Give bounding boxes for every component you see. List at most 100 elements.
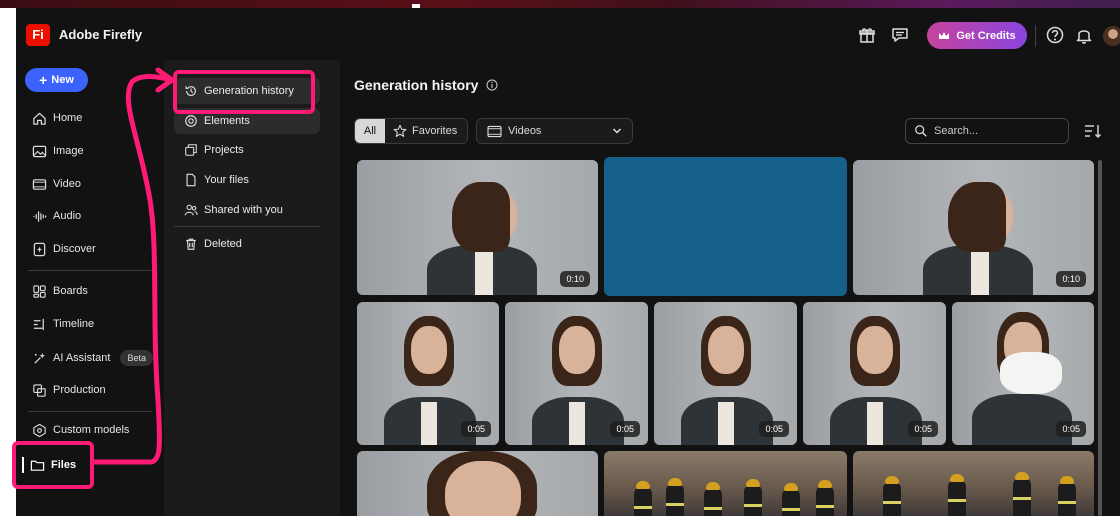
audio-icon <box>33 210 47 222</box>
sidebar-item-home[interactable]: Home <box>32 108 82 128</box>
help-icon[interactable] <box>1045 25 1065 45</box>
user-avatar[interactable] <box>1103 26 1120 46</box>
video-thumbnail[interactable]: 0:10 <box>853 160 1094 295</box>
get-credits-button[interactable]: Get Credits <box>927 22 1027 49</box>
filter-segmented-control: All Favorites <box>354 118 469 144</box>
timeline-icon <box>33 318 44 330</box>
sidebar-item-audio[interactable]: Audio <box>32 206 81 226</box>
main-content: Generation history All Favorites Videos … <box>340 60 1120 516</box>
video-icon <box>487 125 502 137</box>
sidebar-item-label: Production <box>53 384 106 396</box>
duration-badge: 0:05 <box>461 421 491 437</box>
sidebar-item-timeline[interactable]: Timeline <box>32 314 94 334</box>
video-thumbnail[interactable]: 0:05 <box>505 302 648 445</box>
filter-favorites-button[interactable]: Favorites <box>385 119 468 143</box>
sidebar-item-label: Video <box>53 178 81 190</box>
sidebar-item-label: AI Assistant <box>53 352 111 364</box>
app-title[interactable]: Adobe Firefly <box>59 27 142 42</box>
app-header: Fi Adobe Firefly Get Credits <box>16 8 1120 60</box>
sidebar-item-custom-models[interactable]: Custom models <box>32 420 129 440</box>
files-item-label: Elements <box>204 115 250 127</box>
files-item-shared-with-you[interactable]: Shared with you <box>174 197 320 223</box>
video-icon <box>32 178 47 190</box>
files-item-label: Shared with you <box>204 204 283 216</box>
annotation-highlight-files <box>12 441 94 489</box>
feedback-icon[interactable] <box>890 25 910 45</box>
projects-icon <box>185 144 197 156</box>
files-item-label: Deleted <box>204 238 242 250</box>
bell-icon[interactable] <box>1074 25 1094 45</box>
video-thumbnail[interactable]: 0:05 <box>654 302 797 445</box>
discover-icon <box>33 242 46 256</box>
files-panel: Generation history Elements Projects You… <box>164 60 340 516</box>
media-type-value: Videos <box>508 125 542 137</box>
ai-assistant-icon <box>34 352 46 364</box>
sidebar-item-image[interactable]: Image <box>32 141 84 161</box>
duration-badge: 0:10 <box>560 271 590 287</box>
video-thumbnail[interactable]: 0:05 <box>952 302 1094 445</box>
files-item-deleted[interactable]: Deleted <box>174 231 320 257</box>
video-thumbnail[interactable] <box>853 451 1094 516</box>
sidebar-item-boards[interactable]: Boards <box>32 281 88 301</box>
annotation-highlight-generation-history <box>173 70 315 114</box>
gallery-scrollbar[interactable] <box>1098 160 1102 516</box>
header-divider <box>1035 25 1036 47</box>
firefly-logo[interactable]: Fi <box>26 24 50 46</box>
page-title: Generation history <box>354 77 498 93</box>
shared-icon <box>184 204 198 216</box>
files-panel-divider <box>174 226 320 227</box>
video-thumbnail-loading[interactable] <box>604 157 847 296</box>
beta-badge: Beta <box>120 350 153 366</box>
filter-favorites-label: Favorites <box>412 125 458 137</box>
files-item-projects[interactable]: Projects <box>174 137 320 163</box>
gift-icon[interactable] <box>857 25 877 45</box>
sidebar-item-ai-assistant[interactable]: AI Assistant Beta <box>32 348 153 368</box>
chevron-down-icon <box>612 128 622 134</box>
image-icon <box>32 145 47 157</box>
files-item-label: Your files <box>204 174 249 186</box>
sidebar-item-label: Home <box>53 112 83 124</box>
duration-badge: 0:05 <box>908 421 938 437</box>
sidebar-item-discover[interactable]: Discover <box>32 239 96 259</box>
sidebar-divider <box>28 270 152 271</box>
sidebar-divider <box>28 411 152 412</box>
search-field[interactable]: Search... <box>905 118 1069 144</box>
sidebar-item-video[interactable]: Video <box>32 174 81 194</box>
video-thumbnail[interactable] <box>357 451 598 516</box>
duration-badge: 0:05 <box>610 421 640 437</box>
search-placeholder: Search... <box>934 125 979 137</box>
sidebar-item-label: Custom models <box>53 424 130 436</box>
duration-badge: 0:10 <box>1056 271 1086 287</box>
page-title-text: Generation history <box>354 77 479 93</box>
custom-models-icon <box>33 423 46 437</box>
new-button-label: New <box>51 74 74 86</box>
filter-all-button[interactable]: All <box>355 119 385 143</box>
file-icon <box>186 173 196 187</box>
star-icon <box>393 124 407 137</box>
elements-icon <box>185 115 197 127</box>
boards-icon <box>33 284 46 298</box>
sidebar-item-label: Boards <box>53 285 88 297</box>
duration-badge: 0:05 <box>1056 421 1086 437</box>
production-icon <box>33 383 46 397</box>
video-thumbnail[interactable]: 0:05 <box>803 302 946 445</box>
media-type-select[interactable]: Videos <box>476 118 633 144</box>
crown-icon <box>939 31 950 39</box>
get-credits-label: Get Credits <box>956 29 1016 42</box>
sidebar-item-label: Image <box>53 145 84 157</box>
sidebar-item-label: Discover <box>53 243 96 255</box>
sidebar-item-label: Timeline <box>53 318 95 330</box>
info-icon[interactable] <box>486 79 498 91</box>
video-thumbnail[interactable]: 0:05 <box>357 302 499 445</box>
browser-top-strip <box>0 0 1120 8</box>
files-item-your-files[interactable]: Your files <box>174 167 320 193</box>
duration-badge: 0:05 <box>759 421 789 437</box>
sort-icon[interactable] <box>1084 123 1102 139</box>
trash-icon <box>186 238 196 250</box>
search-icon <box>915 125 927 137</box>
video-thumbnail[interactable]: 0:10 <box>357 160 598 295</box>
video-thumbnail[interactable] <box>604 451 847 516</box>
files-item-label: Projects <box>204 144 244 156</box>
new-button[interactable]: + New <box>25 68 88 92</box>
sidebar-item-production[interactable]: Production <box>32 380 106 400</box>
